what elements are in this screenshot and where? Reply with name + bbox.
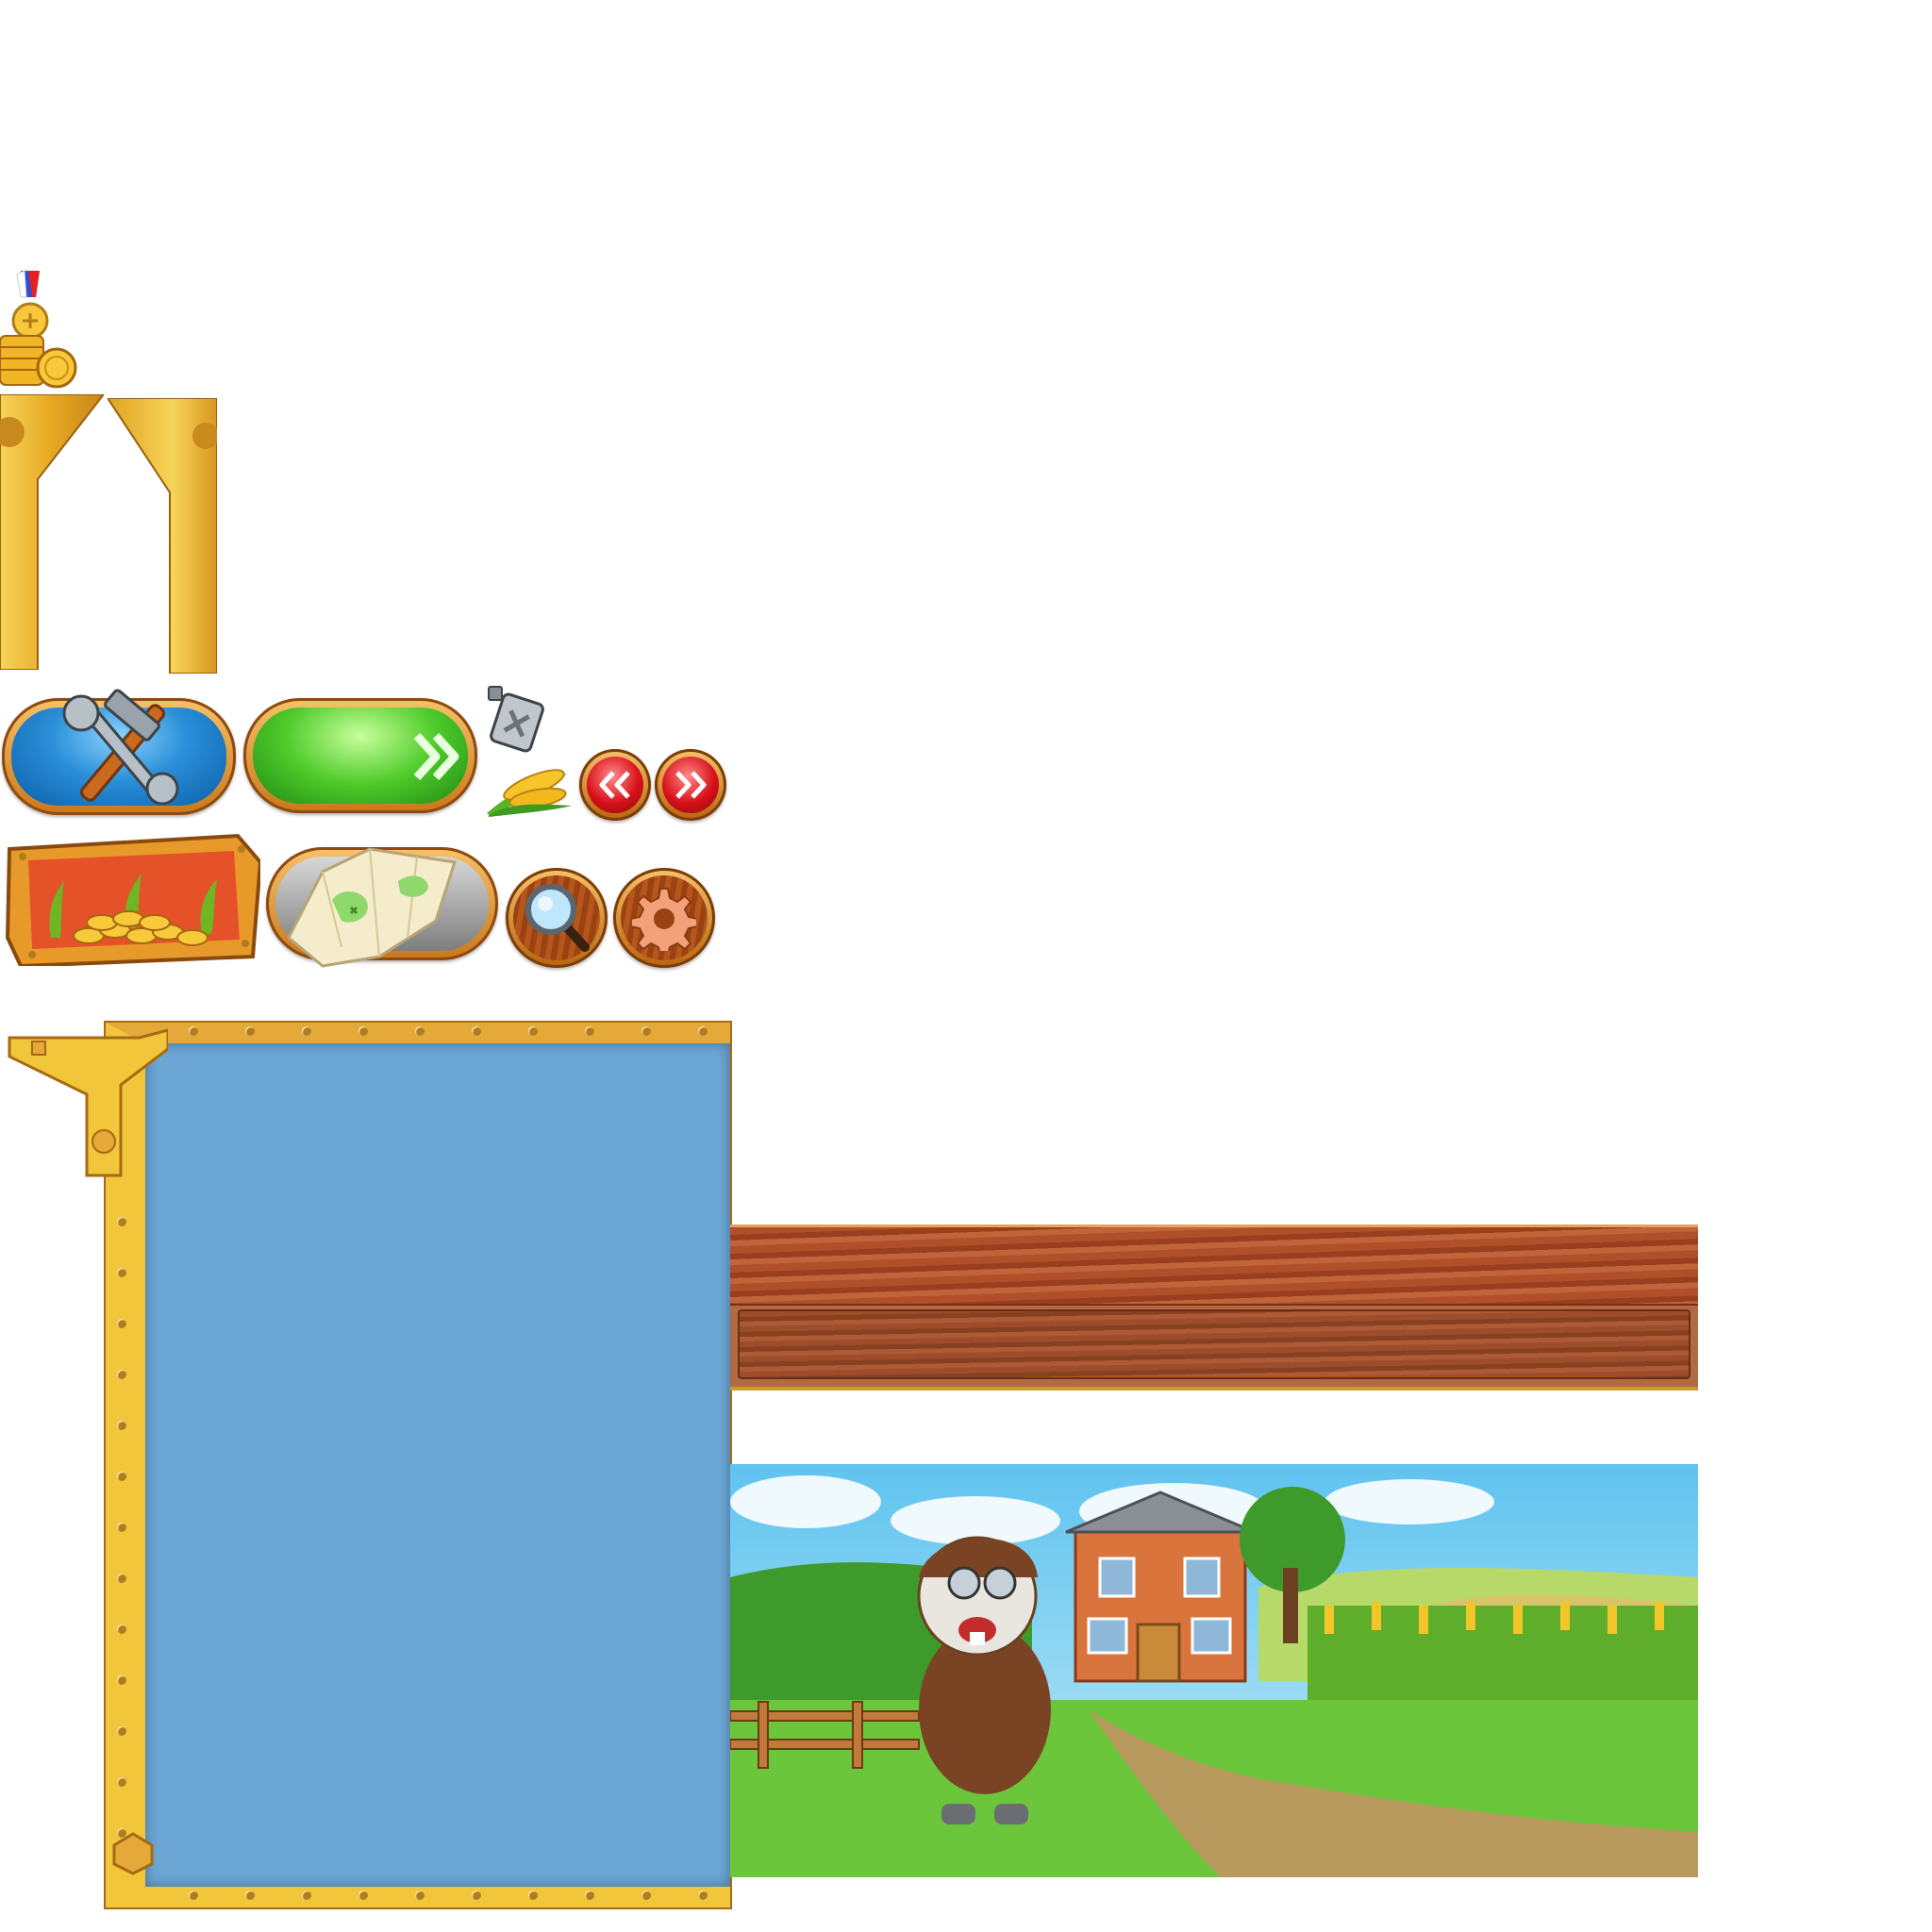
wood-bar-top: [730, 1224, 1698, 1306]
rivet: [117, 1726, 126, 1736]
rivet: [189, 1026, 198, 1036]
rivet: [358, 1026, 368, 1036]
rivet: [585, 1026, 594, 1036]
wood-bar-bottom: [730, 1306, 1698, 1391]
rivet: [117, 1268, 126, 1277]
go-button[interactable]: [243, 698, 477, 813]
gold-frame-arm-right-icon: [108, 398, 217, 674]
wrench-hammer-icon: [62, 689, 179, 806]
double-chevron-right-icon: [413, 732, 459, 781]
coin-stack-icon: [0, 335, 77, 389]
rivet: [585, 1890, 594, 1900]
rivet: [117, 1217, 126, 1226]
farm-scene-illustration: [730, 1464, 1698, 1877]
rivet: [117, 1523, 126, 1532]
rivet: [358, 1890, 368, 1900]
frame-bolt-icon: [112, 1832, 154, 1875]
rivet: [641, 1890, 651, 1900]
rivet: [117, 1421, 126, 1430]
wood-plank-panel: [738, 1309, 1690, 1379]
map-icon: [287, 847, 457, 968]
rivet: [117, 1319, 126, 1328]
rivet: [117, 1777, 126, 1787]
rivet: [117, 1828, 126, 1838]
fuel-can-icon: [488, 686, 544, 753]
farmhouse: [1065, 1491, 1256, 1683]
tools-button[interactable]: [2, 689, 236, 815]
rivet: [415, 1026, 425, 1036]
corn-icon: [487, 769, 572, 817]
rivet: [698, 1026, 708, 1036]
rivet: [698, 1890, 708, 1900]
search-button[interactable]: [506, 868, 608, 968]
rivet: [472, 1890, 481, 1900]
main-frame-panel: [106, 1023, 730, 1907]
prev-button[interactable]: [579, 749, 651, 821]
rivet: [117, 1472, 126, 1481]
rivet: [528, 1026, 538, 1036]
rivet: [302, 1026, 311, 1036]
frame-corner-bracket-icon: [8, 1028, 168, 1177]
rivet: [472, 1026, 481, 1036]
rivet: [528, 1890, 538, 1900]
gold-frame-arm-left-icon: [0, 394, 104, 670]
rivet: [245, 1026, 255, 1036]
gold-coins-sign-icon[interactable]: [4, 824, 260, 966]
rivet: [117, 1675, 126, 1685]
next-button[interactable]: [655, 749, 726, 821]
rivet: [117, 1574, 126, 1583]
magnifier-icon: [525, 884, 590, 952]
rivet: [415, 1890, 425, 1900]
rivet: [117, 1370, 126, 1379]
gear-icon: [632, 888, 696, 951]
rivet: [641, 1026, 651, 1036]
rivet: [189, 1890, 198, 1900]
double-chevron-right-icon: [675, 771, 707, 799]
double-chevron-left-icon: [599, 771, 630, 799]
rivet: [117, 1624, 126, 1634]
rivet: [302, 1890, 311, 1900]
map-button[interactable]: [266, 847, 498, 968]
rivet: [245, 1890, 255, 1900]
settings-button[interactable]: [613, 868, 715, 968]
